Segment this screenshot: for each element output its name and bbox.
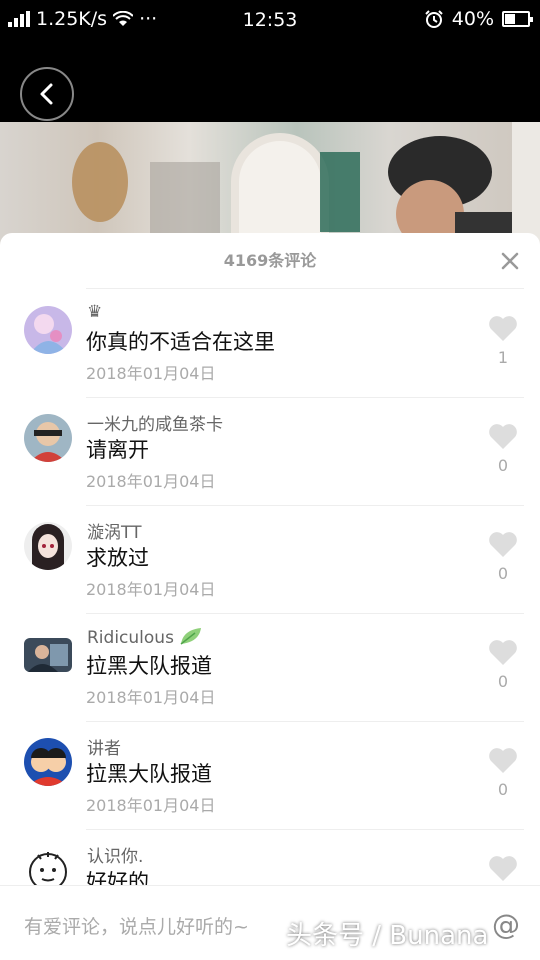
comment-content: 求放过: [86, 546, 149, 570]
heart-icon[interactable]: [488, 746, 518, 774]
comment-content: 请离开: [86, 438, 149, 462]
sheet-header: 4169条评论: [86, 233, 524, 289]
comment-author[interactable]: 讲者: [87, 734, 121, 759]
comment-sheet: 4169条评论 ♛ 你真的不适合在这里 2018年01月04日 1 一米九的咸鱼…: [0, 233, 540, 960]
watermark: 头条号 / Bunana: [286, 921, 489, 951]
battery-icon: [502, 11, 533, 27]
like-count: 0: [497, 564, 509, 583]
comment-count-title: 4169条评论: [223, 251, 317, 270]
avatar[interactable]: [24, 738, 72, 786]
avatar[interactable]: [24, 522, 72, 570]
comment-author[interactable]: Ridiculous: [87, 626, 205, 648]
close-icon: [501, 252, 519, 270]
avatar[interactable]: [24, 638, 72, 672]
like-count: 0: [497, 780, 509, 799]
heart-icon[interactable]: [488, 422, 518, 450]
heart-icon[interactable]: [488, 314, 518, 342]
comment-date: 2018年01月04日: [86, 364, 216, 383]
author-name: Ridiculous: [87, 628, 174, 648]
heart-icon[interactable]: [488, 854, 518, 882]
mention-icon[interactable]: @: [492, 908, 520, 941]
top-bar: [0, 40, 540, 122]
comment-item: 一米九的咸鱼茶卡 请离开 2018年01月04日 0: [0, 398, 540, 506]
leaf-icon: [180, 628, 202, 645]
comment-date: 2018年01月04日: [86, 688, 216, 707]
status-bar: 1.25K/s ··· 12:53 40%: [0, 0, 540, 40]
comment-item: Ridiculous 拉黑大队报道 2018年01月04日 0: [0, 614, 540, 722]
like-count: 0: [497, 456, 509, 475]
chevron-left-icon: [40, 83, 53, 105]
battery-percent: 40%: [451, 8, 494, 30]
avatar[interactable]: [24, 306, 72, 354]
heart-icon[interactable]: [488, 530, 518, 558]
like-count: 0: [497, 672, 509, 691]
comment-content: 拉黑大队报道: [86, 762, 212, 786]
comment-item: ♛ 你真的不适合在这里 2018年01月04日 1: [0, 290, 540, 398]
alarm-icon: [425, 10, 443, 28]
avatar[interactable]: [24, 414, 72, 462]
comment-date: 2018年01月04日: [86, 580, 216, 599]
close-button[interactable]: [496, 247, 524, 275]
back-button[interactable]: [20, 67, 74, 121]
comment-author[interactable]: 认识你.: [87, 842, 143, 867]
comment-item: 漩涡TT 求放过 2018年01月04日 0: [0, 506, 540, 614]
comment-item: 讲者 拉黑大队报道 2018年01月04日 0: [0, 722, 540, 830]
comment-author[interactable]: ♛: [87, 302, 102, 322]
comment-author[interactable]: 漩涡TT: [87, 518, 141, 543]
heart-icon[interactable]: [488, 638, 518, 666]
comment-content: 拉黑大队报道: [86, 654, 212, 678]
comment-date: 2018年01月04日: [86, 796, 216, 815]
comment-date: 2018年01月04日: [86, 472, 216, 491]
comment-author[interactable]: 一米九的咸鱼茶卡: [87, 410, 223, 435]
comment-content: 你真的不适合在这里: [86, 330, 275, 354]
comment-input[interactable]: 有爱评论，说点儿好听的~: [24, 912, 249, 939]
like-count: 1: [497, 348, 509, 367]
